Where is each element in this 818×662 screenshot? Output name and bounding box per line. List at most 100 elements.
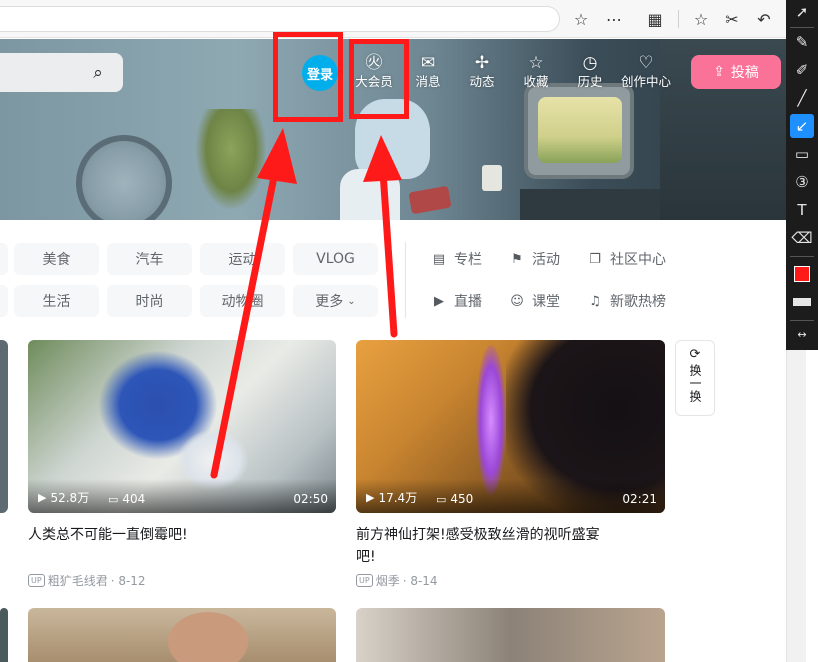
nav-messages-label: 消息 (415, 74, 441, 89)
up-badge: UP (28, 574, 45, 587)
video-thumbnail[interactable]: ▶ 52.8万 ▭ 404 02:50 (28, 340, 336, 513)
video-thumbnail-partial[interactable] (0, 340, 8, 513)
nav-creator-center[interactable]: ♡ 创作中心 (617, 52, 675, 94)
upload-date: · 8-14 (402, 573, 438, 588)
play-count-icon: ▶ (38, 491, 47, 504)
more-dots-icon[interactable]: ⋯ (603, 8, 625, 30)
nav-favorites[interactable]: ☆ 收藏 (508, 52, 564, 94)
banner-plant-illustration (196, 109, 266, 209)
nav-history[interactable]: ◷ 历史 (562, 52, 618, 94)
nav-history-label: 历史 (577, 74, 603, 89)
course-icon: ☺ (510, 293, 524, 309)
drawing-toolbar: ➚ ✎ ✐ ╱ ↙ ▭ ③ T ⌫ ↔ (786, 0, 818, 350)
star-icon: ☆ (528, 53, 544, 73)
category-vlog[interactable]: VLOG (293, 243, 378, 275)
text-icon[interactable]: T (790, 198, 814, 222)
screen: ☆ ⋯ ▦ ☆ ✂ ↶ ⌕ 登录 ㊋ 大会员 ✉ 消息 ✢ 动态 ☆ 收藏 ◷ … (0, 0, 818, 662)
view-count-value: 17.4万 (378, 491, 418, 505)
move-toolbar-icon[interactable]: ↔ (790, 322, 814, 346)
link-activity-label: 活动 (532, 252, 560, 268)
chevron-down-icon: ⌄ (347, 295, 356, 307)
play-count-icon: ▶ (366, 491, 375, 504)
uploader-name: 粗犷毛线君 (47, 574, 108, 588)
color-swatch[interactable] (790, 262, 814, 286)
view-count: ▶ 17.4万 (366, 489, 417, 506)
rectangle-icon[interactable]: ▭ (790, 142, 814, 166)
link-column[interactable]: ▤ 专栏 (432, 248, 482, 270)
danmaku-icon: ▭ (436, 492, 447, 506)
link-live[interactable]: ▶ 直播 (432, 290, 482, 312)
category-more-label: 更多 (315, 294, 344, 310)
mail-icon: ✉ (420, 53, 436, 73)
up-badge: UP (356, 574, 373, 587)
thumbnail-portal (476, 345, 506, 495)
search-input[interactable]: ⌕ (0, 53, 123, 92)
link-activity[interactable]: ⚑ 活动 (510, 248, 560, 270)
eraser-icon[interactable]: ⌫ (790, 226, 814, 250)
community-icon: ❐ (589, 251, 601, 267)
bookmark-star-icon[interactable]: ☆ (570, 8, 592, 30)
pencil-icon[interactable]: ✎ (790, 30, 814, 54)
video-duration-value: 02:21 (622, 492, 657, 506)
nav-dynamics[interactable]: ✢ 动态 (454, 52, 510, 94)
category-more[interactable]: 更多 ⌄ (293, 285, 378, 317)
video-uploader-info[interactable]: UP 粗犷毛线君 · 8-12 (28, 572, 146, 589)
address-bar[interactable] (0, 6, 560, 32)
search-icon[interactable]: ⌕ (88, 63, 108, 83)
video-thumbnail[interactable] (28, 608, 336, 662)
view-count-value: 52.8万 (50, 491, 90, 505)
link-music-chart-label: 新歌热榜 (610, 294, 666, 310)
refresh-icon: ⟳ (689, 347, 701, 362)
upload-icon: ⇪ (713, 64, 725, 80)
marker-icon[interactable]: ✐ (790, 58, 814, 82)
category-chip-partial[interactable] (0, 243, 8, 275)
music-icon: ♫ (589, 293, 601, 309)
live-icon: ▶ (434, 293, 444, 309)
stroke-width-icon[interactable] (790, 290, 814, 314)
link-community[interactable]: ❐ 社区中心 (588, 248, 666, 270)
video-thumbnail-partial[interactable] (0, 608, 8, 662)
nav-dynamics-label: 动态 (469, 74, 495, 89)
document-icon: ▤ (432, 251, 446, 267)
link-community-label: 社区中心 (610, 252, 666, 268)
line-icon[interactable]: ╱ (790, 86, 814, 110)
toolbar-divider (678, 10, 679, 28)
category-fashion[interactable]: 时尚 (107, 285, 192, 317)
undo-icon[interactable]: ↶ (753, 8, 775, 30)
category-sports[interactable]: 运动 (200, 243, 285, 275)
link-course[interactable]: ☺ 课堂 (510, 290, 560, 312)
grid-icon[interactable]: ▦ (644, 8, 666, 30)
banner-tv-screen (538, 97, 622, 163)
link-music-chart[interactable]: ♫ 新歌热榜 (588, 290, 666, 312)
step-number-icon[interactable]: ③ (790, 170, 814, 194)
video-title[interactable]: 人类总不可能一直倒霉吧! (28, 524, 336, 546)
category-food[interactable]: 美食 (14, 243, 99, 275)
annotation-box-login (273, 32, 343, 122)
video-uploader-info[interactable]: UP 烟季 · 8-14 (356, 572, 438, 589)
category-chip-partial[interactable] (0, 285, 8, 317)
upload-button[interactable]: ⇪ 投稿 (691, 55, 781, 89)
favorites-list-icon[interactable]: ☆ (690, 8, 712, 30)
video-title-line: 吧! (356, 549, 376, 565)
upload-date: · 8-12 (110, 573, 146, 588)
page-scrollbar[interactable] (786, 350, 806, 662)
toolbar-separator (790, 256, 814, 257)
video-title[interactable]: 前方神仙打架!感受极致丝滑的视听盛宴 吧! (356, 524, 656, 568)
scissors-icon[interactable]: ✂ (721, 8, 743, 30)
category-cars[interactable]: 汽车 (107, 243, 192, 275)
video-thumbnail[interactable] (356, 608, 665, 662)
link-live-label: 直播 (454, 294, 482, 310)
banner-tv-illustration (524, 83, 634, 179)
category-animals[interactable]: 动物圈 (200, 285, 285, 317)
danmaku-count-value: 450 (450, 492, 474, 506)
video-thumbnail[interactable]: ▶ 17.4万 ▭ 450 02:21 (356, 340, 665, 513)
video-title-line: 前方神仙打架!感受极致丝滑的视听盛宴 (356, 527, 600, 543)
thumbnail-figure (168, 612, 248, 662)
browser-toolbar: ☆ ⋯ ▦ ☆ ✂ ↶ (0, 0, 786, 38)
video-duration: 02:21 (622, 492, 657, 506)
cursor-icon[interactable]: ➚ (790, 0, 814, 24)
arrow-icon[interactable]: ↙ (790, 114, 814, 138)
refresh-button[interactable]: ⟳ 换一换 (675, 340, 715, 416)
category-life[interactable]: 生活 (14, 285, 99, 317)
danmaku-count-value: 404 (122, 492, 146, 506)
